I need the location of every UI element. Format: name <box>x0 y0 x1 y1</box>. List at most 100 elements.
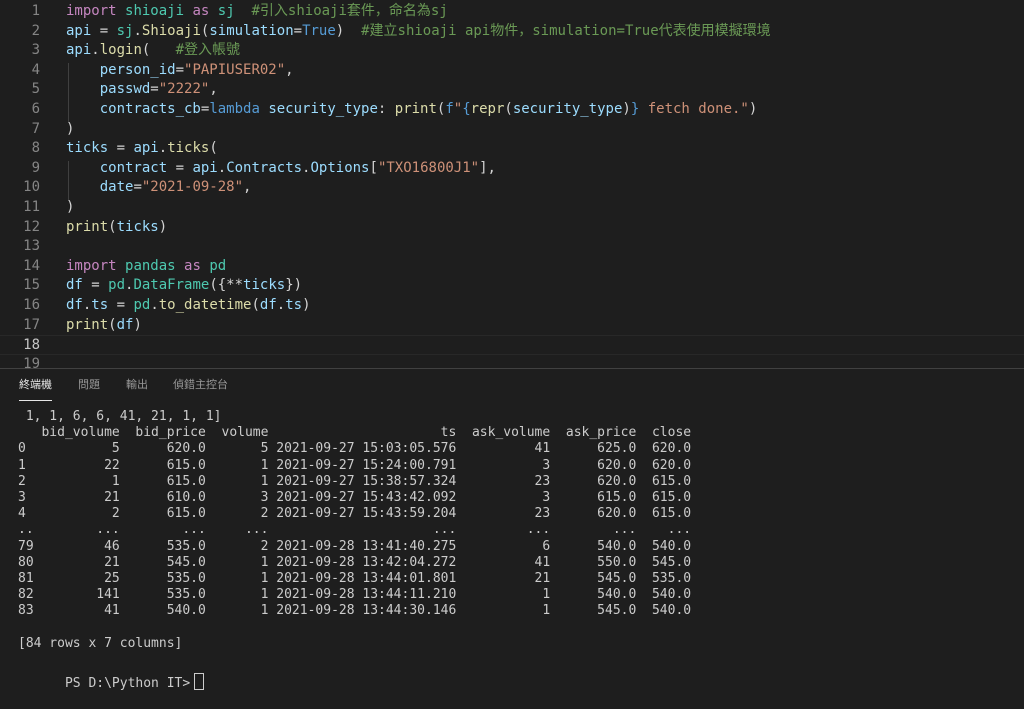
code-token: #登入帳號 <box>175 42 241 59</box>
code-text: ticks = api.ticks( <box>66 139 218 159</box>
code-token: Contracts <box>226 159 303 176</box>
code-token: ) <box>66 120 75 137</box>
line-number: 2 <box>31 22 40 39</box>
code-token: contract <box>99 159 168 176</box>
code-token: pd <box>108 277 126 294</box>
code-line[interactable]: 3 api.login( #登入帳號 <box>0 41 1024 61</box>
code-line[interactable]: 15 df = pd.DataFrame({**ticks}) <box>0 276 1024 296</box>
code-token: ) <box>335 22 362 39</box>
code-token: import <box>66 257 117 274</box>
code-token: api <box>66 22 92 39</box>
code-token: . <box>158 140 168 157</box>
code-token: fetch done." <box>639 101 749 117</box>
code-line[interactable]: 10 date="2021-09-28", <box>0 178 1024 198</box>
code-line[interactable]: 9 contract = api.Contracts.Options["TXO1… <box>0 159 1024 179</box>
code-token: Shioaji <box>141 22 201 39</box>
code-text: import shioaji as sj #引入shioaji套件，命名為sj <box>66 2 448 22</box>
code-line[interactable]: 1 import shioaji as sj #引入shioaji套件，命名為sj <box>0 2 1024 22</box>
line-number: 15 <box>23 277 40 294</box>
code-token: = <box>108 140 134 157</box>
code-token: = <box>108 297 134 313</box>
code-token: df <box>116 316 134 333</box>
code-token: = <box>150 81 159 98</box>
code-token: ticks <box>243 277 286 294</box>
terminal-prompt-line[interactable]: PS D:\Python IT> <box>18 657 205 709</box>
line-number: 8 <box>31 140 40 157</box>
code-token: True <box>302 22 336 39</box>
code-line[interactable]: 6 contracts_cb=lambda security_type: pri… <box>0 100 1024 120</box>
code-token: = <box>293 22 303 39</box>
code-token: person_id <box>99 61 176 78</box>
terminal-output[interactable]: 1, 1, 6, 6, 41, 21, 1, 1] bid_volume bid… <box>0 409 1024 691</box>
code-token: api <box>192 159 218 176</box>
code-token: print <box>394 101 437 117</box>
terminal-line: 0 5 620.0 5 2021-09-27 15:03:05.576 41 6… <box>18 441 692 457</box>
code-line[interactable]: 14 import pandas as pd <box>0 257 1024 277</box>
terminal-line: 3 21 610.0 3 2021-09-27 15:43:42.092 3 6… <box>18 490 692 505</box>
code-token: ( <box>108 316 117 333</box>
line-number: 3 <box>31 42 40 59</box>
code-line[interactable]: 16 df.ts = pd.to_datetime(df.ts) <box>0 296 1024 316</box>
code-text: import pandas as pd <box>66 257 226 277</box>
code-token: simulation <box>209 22 294 39</box>
code-token: pandas <box>125 257 176 274</box>
code-token: [ <box>369 159 378 176</box>
code-token: = <box>175 61 185 78</box>
code-text: ) <box>66 120 74 140</box>
code-line[interactable]: 18 <box>0 335 1024 355</box>
code-token: "PAPIUSER02" <box>184 61 286 78</box>
code-token: ) <box>66 199 75 215</box>
code-token: as <box>192 3 210 19</box>
code-token: login <box>99 42 142 59</box>
code-token: ts <box>285 297 303 313</box>
code-token: print <box>66 218 109 235</box>
code-token: ( <box>108 218 117 235</box>
code-token: = <box>167 159 193 176</box>
code-text: df.ts = pd.to_datetime(df.ts) <box>66 296 311 316</box>
terminal-cursor <box>194 673 205 691</box>
code-token: , <box>285 61 294 78</box>
code-line[interactable]: 5 passwd="2222", <box>0 80 1024 100</box>
code-text: print(df) <box>66 316 142 336</box>
tab-debug-console[interactable]: 偵錯主控台 <box>173 369 228 401</box>
tab-terminal[interactable]: 終端機 <box>19 369 52 401</box>
code-token: ) <box>748 101 758 117</box>
line-number: 14 <box>23 257 40 274</box>
code-token: pd <box>209 257 227 274</box>
code-token: security_type <box>512 101 623 117</box>
line-number: 4 <box>31 61 40 78</box>
code-line[interactable]: 8 ticks = api.ticks( <box>0 139 1024 159</box>
code-token: ], <box>479 159 496 176</box>
code-text: api = sj.Shioaji(simulation=True) #建立shi… <box>66 22 771 42</box>
code-token: " <box>453 101 463 117</box>
code-token: as <box>184 257 201 274</box>
code-line[interactable]: 17 print(df) <box>0 316 1024 336</box>
code-token: print <box>66 316 109 333</box>
code-line[interactable]: 12 print(ticks) <box>0 218 1024 238</box>
terminal-line: 79 46 535.0 2 2021-09-28 13:41:40.275 6 … <box>18 538 692 554</box>
code-line[interactable]: 2 api = sj.Shioaji(simulation=True) #建立sh… <box>0 22 1024 42</box>
line-number: 17 <box>23 316 40 333</box>
line-number: 12 <box>23 218 40 235</box>
line-number: 19 <box>23 355 40 368</box>
code-line[interactable]: 13 <box>0 237 1024 257</box>
code-token: = <box>133 179 142 196</box>
code-editor[interactable]: 1 import shioaji as sj #引入shioaji套件，命名為sj… <box>0 0 1024 368</box>
tab-problems[interactable]: 問題 <box>78 369 100 401</box>
line-number: 18 <box>23 337 40 354</box>
code-token: DataFrame <box>133 277 210 294</box>
line-number: 9 <box>31 159 40 176</box>
code-token: sj <box>116 22 134 39</box>
code-line[interactable]: 4 person_id="PAPIUSER02", <box>0 61 1024 81</box>
code-line[interactable]: 7) <box>0 120 1024 140</box>
code-line[interactable]: 11) <box>0 198 1024 218</box>
code-token: : <box>377 101 395 117</box>
code-line[interactable]: 19 <box>0 355 1024 368</box>
line-number: 16 <box>23 297 40 313</box>
tab-output[interactable]: 輸出 <box>126 369 148 401</box>
code-token: { <box>462 101 471 117</box>
